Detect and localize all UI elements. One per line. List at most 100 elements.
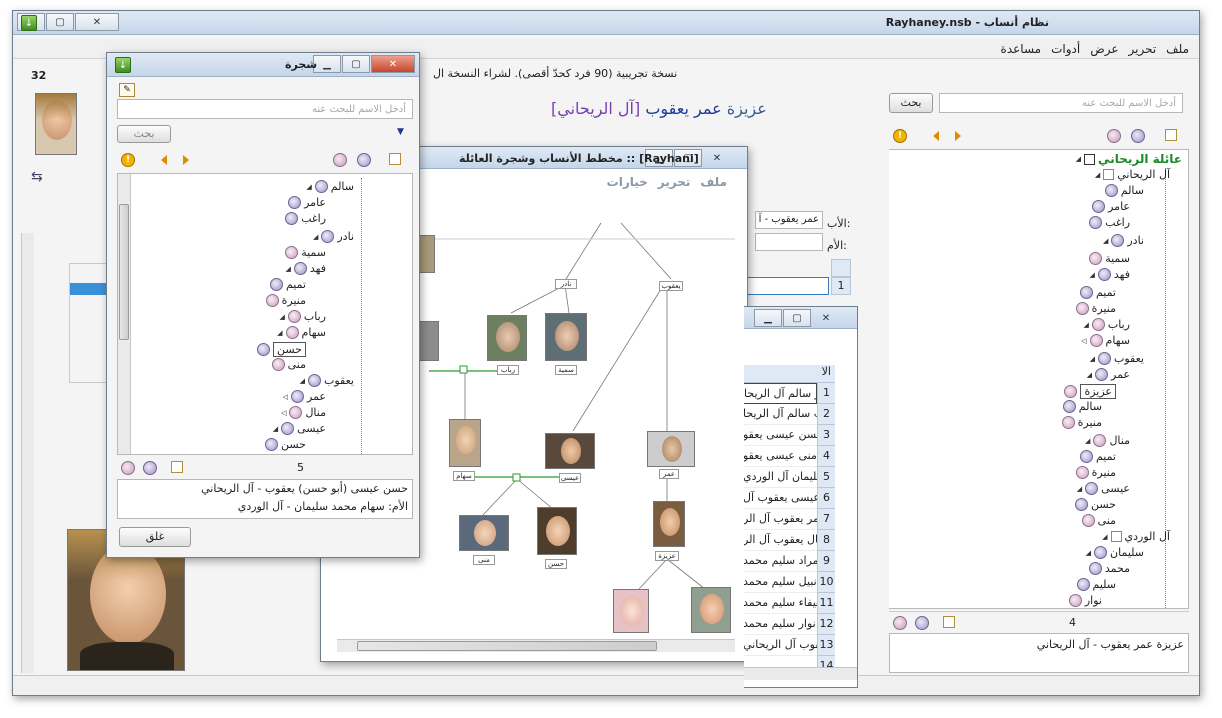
footer-female-icon[interactable] [893,616,907,630]
next-arrow-icon[interactable] [955,131,961,141]
menu-help[interactable]: مساعدة [1001,42,1042,56]
family-icon[interactable] [1165,129,1177,141]
tree-footer-male-icon[interactable] [143,461,157,475]
tree-item[interactable]: منيرة [1075,466,1116,479]
tree-item[interactable]: ◢ آل الريحاني [1095,168,1170,181]
menu-view[interactable]: عرض [1090,42,1118,56]
tree-item[interactable]: ◢ منال [1085,434,1130,447]
tree-item[interactable]: ◢ رباب [1084,318,1130,331]
close-icon[interactable]: ✕ [75,13,119,31]
tree-window-item[interactable]: راغب [285,212,326,225]
tree-edit-icon[interactable]: ✎ [119,83,135,97]
list-row[interactable]: 11 هيفاء سليم محمد [744,593,835,614]
warning-icon[interactable]: ! [893,129,907,143]
tree-item[interactable]: منيرة [1075,302,1116,315]
tree-item[interactable]: سالم [1104,184,1144,197]
list-row[interactable]: 5سليمان آل الوردي [744,467,835,488]
tree-item[interactable]: حسن [1075,498,1116,511]
tree-window-item[interactable]: ◢ فهد [286,262,326,275]
grid-row-selected[interactable] [747,277,829,295]
footer-male-icon[interactable] [915,616,929,630]
tree-close-button[interactable]: غلق [119,527,191,547]
node-label-siham[interactable]: سهام [453,471,475,481]
list-minimize-icon[interactable]: ▁ [754,309,782,327]
tree-maximize-icon[interactable]: ▢ [342,55,370,73]
tree-window-item[interactable]: ◁ عمر [283,390,326,403]
tree-search-button[interactable]: بحث [117,125,171,143]
list-row[interactable]: 12 نوار سليم محمد [744,614,835,635]
tree-window-item[interactable]: ◢ سهام [277,326,326,339]
tree-item[interactable]: عزيزة [1064,384,1116,399]
tree-window-item[interactable]: منيرة [265,294,306,307]
menu-file[interactable]: ملف [1166,42,1189,56]
list-row[interactable]: 4 منى عيسى يعقو [744,446,835,467]
tree-window-item[interactable]: ◁ منال [281,406,326,419]
node-label-aziza[interactable]: عزيزة [655,551,679,561]
list-row[interactable]: 8منال يعقوب آل الر [744,530,835,551]
tree-window-item[interactable]: ◢ سالم [306,180,354,193]
diagram-close-icon[interactable]: ✕ [703,149,731,167]
list-row[interactable]: 3 حسن عيسى يعقو [744,425,835,446]
main-search-input[interactable]: أدخل الاسم للبحث عنه [939,93,1183,113]
tree-footer-family-icon[interactable] [171,461,183,473]
tree-dropdown-icon[interactable]: ▼ [397,127,404,137]
node-label-muna[interactable]: منى [473,555,495,565]
tree-female-icon[interactable] [333,153,347,167]
tree-item[interactable]: ◢ سليمان [1086,546,1144,559]
node-label-nader[interactable]: نادر [555,279,577,289]
main-search-button[interactable]: بحث [889,93,933,113]
list-row[interactable]: 2راغب سالم آل الريحا [744,404,835,425]
diagram-menu-edit[interactable]: تحرير [658,175,691,189]
tree-next-arrow-icon[interactable] [183,155,189,165]
tree-window-item[interactable]: ◢ نادر [313,230,354,243]
tree-item[interactable]: راغب [1089,216,1130,229]
sort-icon[interactable]: ⇆ [31,169,43,185]
tree-warning-icon[interactable]: ! [121,153,135,167]
node-label-issa[interactable]: عيسى [559,473,581,483]
tree-window-item[interactable]: حسن [265,438,306,451]
list-row[interactable]: 1عامر سالم آل الريحا [744,383,835,404]
tree-window-item[interactable]: ◢ رباب [280,310,326,323]
tree-item[interactable]: عامر [1092,200,1130,213]
tree-close-icon[interactable]: ✕ [371,55,415,73]
tree-window-vscroll[interactable] [118,174,131,454]
tree-minimize-icon[interactable]: ▁ [313,55,341,73]
tree-window-item[interactable]: ◢ عيسى [273,422,326,435]
diagram-menu-options[interactable]: خيارات [607,175,648,189]
prev-arrow-icon[interactable] [933,131,939,141]
tree-item[interactable]: ◢ آل الوردي [1102,530,1170,543]
tree-item[interactable]: نوار [1068,594,1102,607]
tree-item[interactable]: تميم [1079,286,1116,299]
father-field[interactable]: عمر يعقوب - آ [755,211,823,229]
tree-item[interactable]: منى [1081,514,1116,527]
diagram-menu-file[interactable]: ملف [700,175,727,189]
tree-window-item[interactable]: منى [272,454,306,455]
list-row[interactable]: 13يعقوب آل الريحاني [744,635,835,656]
menu-tools[interactable]: أدوات [1051,42,1080,56]
tree-window-item[interactable]: سمية [285,246,326,259]
tree-window-item[interactable]: ◢ يعقوب [300,374,354,387]
tree-male-icon[interactable] [357,153,371,167]
tree-item[interactable]: ◢ فهد [1090,268,1130,281]
tree-item[interactable]: ◁ سهام [1081,334,1130,347]
node-label-yaqub[interactable]: يعقوب [659,281,683,291]
tree-item[interactable]: ◢ عمر [1087,368,1130,381]
tree-family-icon[interactable] [389,153,401,165]
node-label-hasan[interactable]: حسن [545,559,567,569]
tree-item[interactable]: محمد [1088,562,1130,575]
footer-family-icon[interactable] [943,616,955,628]
list-maximize-icon[interactable]: ▢ [783,309,811,327]
list-row[interactable]: 7عمر يعقوب آل الر [744,509,835,530]
node-label-sumayya[interactable]: سمية [555,365,577,375]
main-left-scrollbar[interactable] [21,233,34,673]
list-hscroll[interactable] [744,667,857,680]
tree-item[interactable]: تميم [1079,450,1116,463]
tree-item[interactable]: سالم [1062,400,1102,413]
tree-window-item[interactable]: تميم [269,278,306,291]
tree-item[interactable]: ◢ يعقوب [1090,352,1144,365]
tree-window-item[interactable]: حسن [257,342,306,357]
tree-window-item[interactable]: منى [271,358,306,371]
tree-item[interactable]: منيرة [1061,416,1102,429]
list-row[interactable]: 10 نبيل سليم محمد [744,572,835,593]
male-icon[interactable] [1131,129,1145,143]
